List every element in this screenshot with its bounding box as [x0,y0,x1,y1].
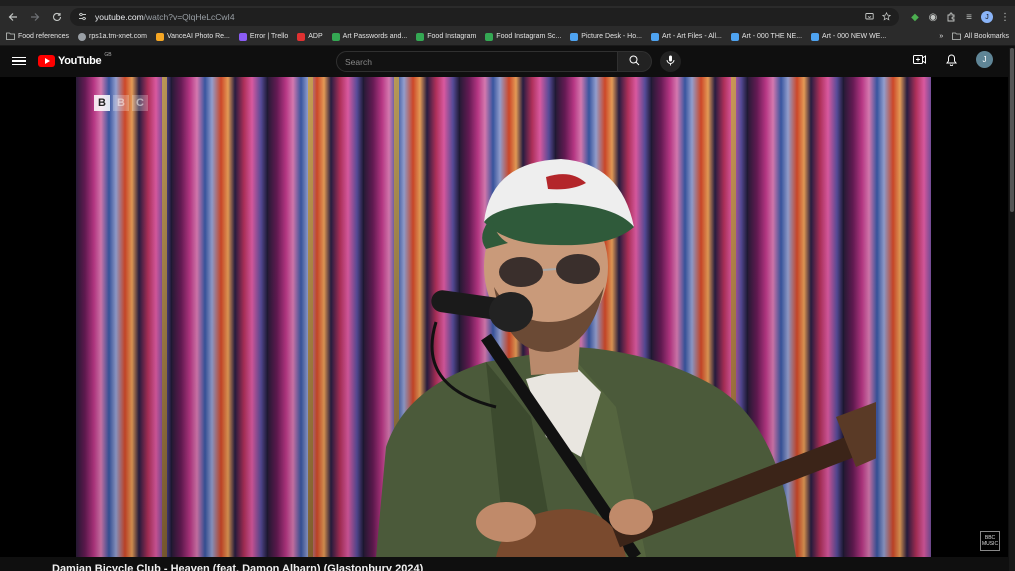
url-text[interactable]: youtube.com/watch?v=QlqHeLcCwI4 [95,12,857,22]
bookmark-label: Art - 000 NEW WE... [822,33,887,40]
bookmark-label: Picture Desk - Ho... [581,33,642,40]
adp-icon [297,32,306,41]
vanceai-icon [155,32,164,41]
bookmark-item[interactable]: ADP [297,32,323,41]
performer-figure [376,159,876,557]
ribbon-streamer [308,77,313,557]
drive-icon [570,32,579,41]
bookmark-label: Art Passwords and... [342,33,408,40]
bookmark-label: Art - 000 THE NE... [741,33,803,40]
globe-icon [77,32,86,41]
channel-watermark: B B C [94,95,148,111]
browser-menu-icon[interactable]: ⋮ [999,11,1011,23]
bookmark-item[interactable]: Food references [6,32,69,42]
account-avatar[interactable]: J [976,51,993,68]
hamburger-menu-icon[interactable] [12,56,26,66]
notifications-bell-icon[interactable] [944,53,958,67]
create-video-icon[interactable] [912,53,926,67]
media-controls-icon[interactable]: ≡ [963,11,975,23]
url-path: /watch?v=QlqHeLcCwI4 [143,12,235,22]
folder-icon [6,32,15,42]
drive-icon [811,32,820,41]
bookmark-label: Art - Art Files - All... [661,33,722,40]
bookmark-label: Food Instagram Sc... [496,33,562,40]
address-bar[interactable]: youtube.com/watch?v=QlqHeLcCwI4 [70,8,899,26]
youtube-header: YouTube GB Search J [0,46,1015,76]
bookmark-item[interactable]: Error | Trello [238,32,289,41]
browser-profile-avatar[interactable]: J [981,11,993,23]
ribbon-streamer [162,77,167,557]
forward-icon[interactable] [26,8,44,26]
scrollbar-thumb[interactable] [1010,48,1014,212]
sheets-icon [485,32,494,41]
sheets-icon [331,32,340,41]
search-button[interactable] [618,51,652,72]
bookmark-star-icon[interactable] [881,8,892,26]
video-title: Damian Bicycle Club - Heaven (feat. Damo… [52,563,424,571]
youtube-logo[interactable]: YouTube GB [38,52,112,67]
bookmark-item[interactable]: VanceAI Photo Re... [155,32,230,41]
url-host: youtube.com [95,12,144,22]
drive-icon [730,32,739,41]
trello-icon [238,32,247,41]
bookmark-label: Error | Trello [249,33,289,40]
bookmark-label: ADP [308,33,323,40]
youtube-logo-text: YouTube [58,55,102,67]
country-code: GB [104,52,112,58]
sheets-icon [416,32,425,41]
bookmark-item[interactable]: rps1a.tm-xnet.com [77,32,147,41]
cast-icon[interactable] [865,8,874,26]
drive-icon [650,32,659,41]
bookmark-label: Food Instagram [427,33,477,40]
bookmark-item[interactable]: Picture Desk - Ho... [570,32,642,41]
youtube-play-icon [38,55,55,67]
microphone-icon [666,53,675,71]
watermark-letter: B [94,95,110,111]
watermark-letter: C [132,95,148,111]
bookmark-item[interactable]: Art Passwords and... [331,32,408,41]
watermark-letter: B [113,95,129,111]
site-info-icon[interactable] [78,8,87,26]
all-bookmarks-button[interactable]: All Bookmarks [952,32,1009,42]
bookmark-item[interactable]: Food Instagram Sc... [485,32,562,41]
bookmark-item[interactable]: Art - Art Files - All... [650,32,722,41]
search-icon [629,53,640,71]
bbc-music-badge: BBC MUSIC [980,531,1000,551]
all-bookmarks-label: All Bookmarks [964,33,1009,40]
bookmarks-overflow-button[interactable]: » [939,33,943,40]
extensions-puzzle-icon[interactable] [945,11,957,23]
bookmark-item[interactable]: Art - 000 THE NE... [730,32,803,41]
bookmark-item[interactable]: Art - 000 NEW WE... [811,32,887,41]
back-icon[interactable] [4,8,22,26]
folder-icon [952,32,962,42]
bookmark-item[interactable]: Food Instagram [416,32,477,41]
browser-toolbar: youtube.com/watch?v=QlqHeLcCwI4 ◆ ◉ ≡ J … [0,6,1015,28]
extension-green-icon[interactable]: ◆ [909,11,921,23]
voice-search-button[interactable] [660,51,681,72]
video-player[interactable]: B B C [76,77,931,557]
bookmark-label: Food references [18,33,69,40]
reload-icon[interactable] [48,8,66,26]
search-input[interactable]: Search [336,51,618,72]
bookmark-label: VanceAI Photo Re... [166,33,230,40]
bookmark-label: rps1a.tm-xnet.com [88,33,147,40]
bookmarks-bar: Food references rps1a.tm-xnet.com VanceA… [0,28,1015,46]
page-scrollbar[interactable] [1009,48,1015,571]
badge-line-2: MUSIC [981,541,999,547]
extension-lens-icon[interactable]: ◉ [927,11,939,23]
search-placeholder: Search [345,56,372,67]
